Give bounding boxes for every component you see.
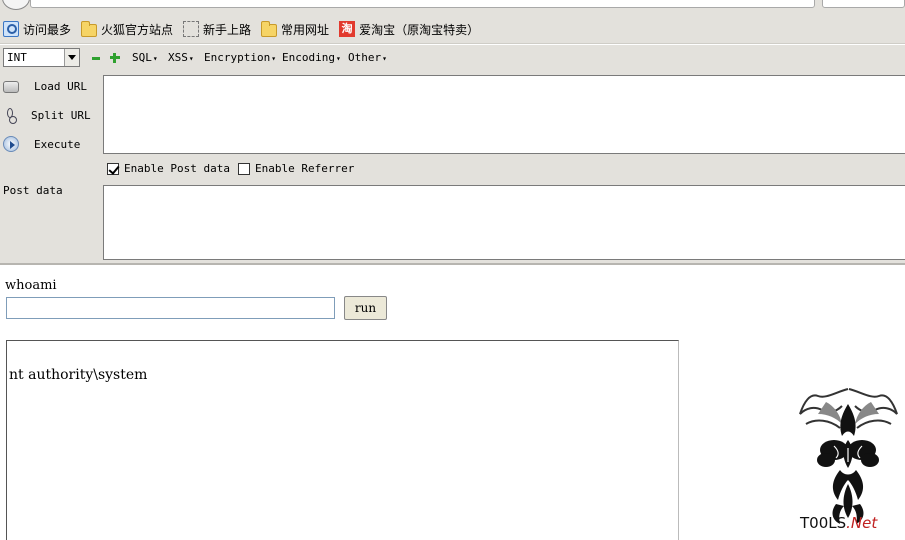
back-button[interactable] bbox=[2, 0, 30, 10]
split-url-label: Split URL bbox=[31, 108, 91, 122]
bookmarks-toolbar: 访问最多 火狐官方站点 新手上路 常用网址 淘 爱淘宝（原淘宝特卖） bbox=[0, 15, 905, 44]
play-icon bbox=[3, 136, 19, 152]
enable-post-label: Enable Post data bbox=[124, 162, 230, 175]
menu-encryption[interactable]: Encryption bbox=[204, 51, 276, 64]
hackbar-panel: INT SQL XSS Encryption Encoding Other Lo… bbox=[0, 45, 905, 265]
bookmark-label: 常用网址 bbox=[281, 22, 330, 37]
bookmark-most-visited[interactable]: 访问最多 bbox=[3, 21, 71, 38]
run-button[interactable]: run bbox=[344, 296, 387, 320]
bookmark-label: 爱淘宝（原淘宝特卖） bbox=[359, 22, 480, 37]
enable-referrer-label: Enable Referrer bbox=[255, 162, 355, 175]
bookmark-getting-started[interactable]: 新手上路 bbox=[183, 21, 251, 38]
url-textarea[interactable] bbox=[103, 75, 905, 154]
bookmark-label: 新手上路 bbox=[203, 22, 252, 37]
checkbox-box[interactable] bbox=[238, 162, 250, 175]
output-text: nt authority\system bbox=[9, 367, 148, 383]
enable-referrer-checkbox[interactable]: Enable Referrer bbox=[238, 162, 354, 175]
address-bar-strip bbox=[0, 0, 905, 15]
menu-sql[interactable]: SQL bbox=[132, 51, 158, 64]
post-data-label: Post data bbox=[3, 184, 63, 197]
tribal-dragon-logo bbox=[799, 388, 898, 524]
bookmark-label: 访问最多 bbox=[23, 22, 72, 37]
type-select[interactable]: INT bbox=[3, 48, 80, 67]
menu-xss[interactable]: XSS bbox=[168, 51, 194, 64]
taobao-icon: 淘 bbox=[339, 21, 356, 37]
menu-encoding[interactable]: Encoding bbox=[282, 51, 341, 64]
execute-label: Execute bbox=[34, 137, 81, 151]
url-bar[interactable] bbox=[30, 0, 815, 8]
type-select-value: INT bbox=[7, 51, 27, 64]
bookmark-common-sites[interactable]: 常用网址 bbox=[261, 20, 330, 38]
checkbox-box[interactable] bbox=[107, 162, 119, 175]
most-visited-icon bbox=[3, 21, 19, 37]
logo-text-suffix: .Net bbox=[846, 514, 878, 532]
folder-icon bbox=[81, 20, 98, 37]
load-url-button[interactable]: Load URL bbox=[0, 75, 100, 97]
split-url-button[interactable]: Split URL bbox=[0, 104, 100, 126]
folder-icon bbox=[261, 20, 278, 37]
execute-button[interactable]: Execute bbox=[0, 133, 100, 155]
bookmark-firefox-site[interactable]: 火狐官方站点 bbox=[81, 20, 174, 38]
command-input[interactable] bbox=[6, 297, 335, 319]
post-data-textarea[interactable] bbox=[103, 185, 905, 260]
menu-other[interactable]: Other bbox=[348, 51, 387, 64]
decrease-icon[interactable] bbox=[92, 57, 100, 60]
output-textarea[interactable]: nt authority\system bbox=[6, 340, 679, 540]
bookmark-taobao[interactable]: 淘 爱淘宝（原淘宝特卖） bbox=[339, 21, 479, 38]
chevron-down-icon[interactable] bbox=[64, 49, 79, 66]
logo-text-main: T00LS bbox=[800, 514, 847, 532]
search-bar[interactable] bbox=[822, 0, 905, 8]
load-url-label: Load URL bbox=[34, 79, 87, 93]
logo-text: T00LS.Net bbox=[800, 514, 877, 532]
enable-post-checkbox[interactable]: Enable Post data bbox=[107, 162, 230, 175]
increase-icon[interactable] bbox=[110, 53, 120, 63]
dashed-page-icon bbox=[183, 21, 200, 37]
bookmark-label: 火狐官方站点 bbox=[101, 22, 174, 37]
scissors-icon bbox=[3, 107, 19, 124]
load-icon bbox=[3, 81, 19, 93]
command-label: whoami bbox=[5, 278, 57, 293]
